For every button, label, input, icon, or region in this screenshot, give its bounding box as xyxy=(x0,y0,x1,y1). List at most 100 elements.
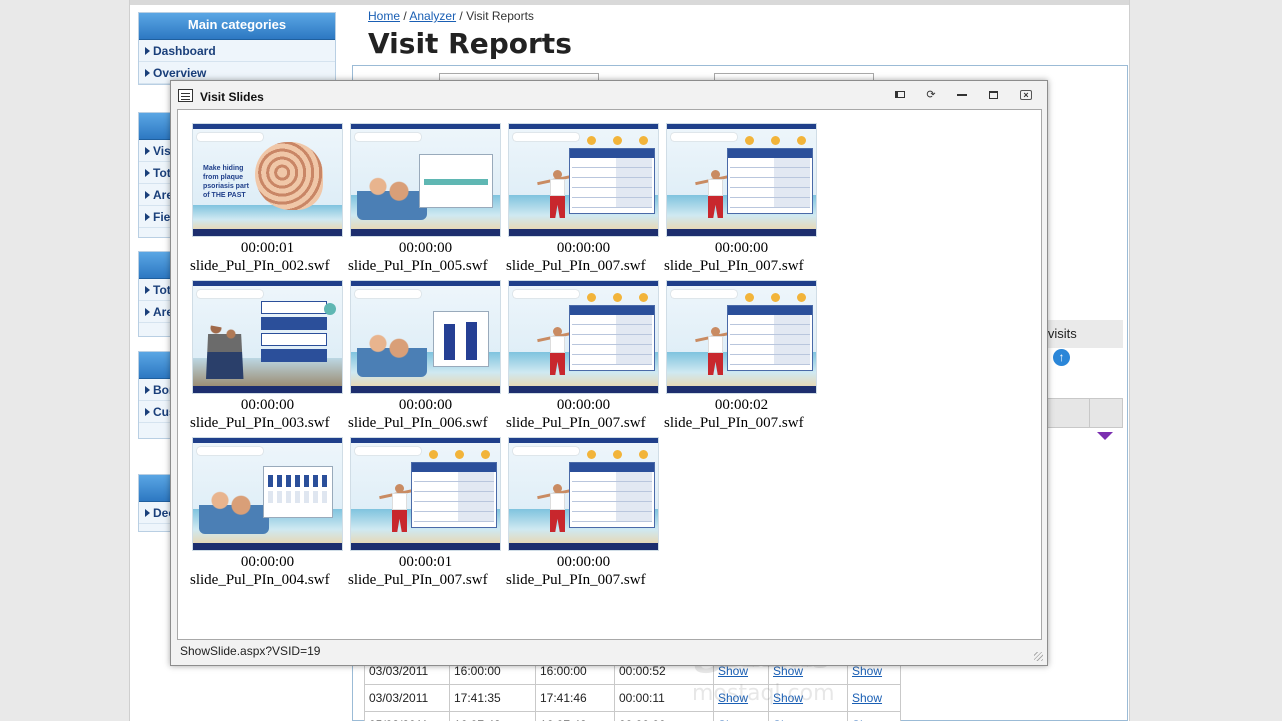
slides-panel: Make hiding from plaque psoriasis part o… xyxy=(177,109,1042,640)
minimize-icon xyxy=(957,94,967,97)
dialog-status-bar: ShowSlide.aspx?VSID=19 xyxy=(180,644,321,658)
slide-item[interactable]: 00:00:01 slide_Pul_PIn_007.swf xyxy=(348,437,503,590)
slide-time: 00:00:00 xyxy=(556,554,611,570)
sort-desc-icon[interactable] xyxy=(1097,432,1113,440)
slide-time: 00:00:00 xyxy=(398,240,453,256)
slide-time: 00:00:01 xyxy=(398,554,453,570)
dialog-titlebar[interactable]: Visit Slides ⟳ × xyxy=(171,81,1047,109)
page-top-bar xyxy=(130,0,1129,5)
grid-header-separator xyxy=(1089,398,1090,428)
table-cell: 05/03/2011 xyxy=(364,711,450,721)
slide-time: 00:00:00 xyxy=(714,240,769,256)
slide-time: 00:00:00 xyxy=(556,240,611,256)
slide-item[interactable]: 00:00:00 slide_Pul_PIn_007.swf xyxy=(506,280,661,433)
slide-thumbnail[interactable] xyxy=(666,280,817,394)
slide-headline: Make hiding from plaque psoriasis part o… xyxy=(203,165,249,199)
pin-button[interactable] xyxy=(893,89,907,102)
arrow-right-icon xyxy=(145,509,150,517)
breadcrumb-separator: / xyxy=(459,9,463,23)
refresh-icon: ⟳ xyxy=(926,89,936,101)
slide-item[interactable]: 00:00:00 slide_Pul_PIn_007.swf xyxy=(506,123,661,276)
slide-item[interactable]: 00:00:00 slide_Pul_PIn_003.swf xyxy=(190,280,345,433)
sidebar-item-dashboard[interactable]: Dashboard xyxy=(139,40,335,62)
close-icon: × xyxy=(1020,90,1032,100)
slide-filename: slide_Pul_PIn_005.swf xyxy=(348,258,488,274)
show-link[interactable]: Show xyxy=(713,711,769,721)
maximize-button[interactable] xyxy=(986,89,1000,102)
arrow-right-icon xyxy=(145,147,150,155)
slide-thumbnail[interactable] xyxy=(350,280,501,394)
slide-filename: slide_Pul_PIn_007.swf xyxy=(664,415,804,431)
slide-thumbnail[interactable] xyxy=(508,280,659,394)
visit-slides-dialog: Visit Slides ⟳ × Make hiding from plaque… xyxy=(170,80,1048,666)
slide-filename: slide_Pul_PIn_003.swf xyxy=(190,415,330,431)
maximize-icon xyxy=(988,91,998,100)
breadcrumb-separator: / xyxy=(403,9,407,23)
breadcrumb-home-link[interactable]: Home xyxy=(368,9,400,23)
arrow-right-icon xyxy=(145,386,150,394)
show-link[interactable]: Show xyxy=(847,684,901,712)
dialog-title: Visit Slides xyxy=(200,90,264,104)
slide-item[interactable]: 00:00:00 slide_Pul_PIn_006.swf xyxy=(348,280,503,433)
slide-thumbnail[interactable] xyxy=(192,437,343,551)
show-link[interactable]: Show xyxy=(768,711,848,721)
slide-filename: slide_Pul_PIn_007.swf xyxy=(506,415,646,431)
watermark-url: mostaql.com xyxy=(692,681,835,706)
arrow-right-icon xyxy=(145,213,150,221)
slide-item[interactable]: 00:00:00 slide_Pul_PIn_007.swf xyxy=(664,123,819,276)
slide-item[interactable]: 00:00:02 slide_Pul_PIn_007.swf xyxy=(664,280,819,433)
slide-item[interactable]: 00:00:00 slide_Pul_PIn_004.swf xyxy=(190,437,345,590)
slide-filename: slide_Pul_PIn_007.swf xyxy=(664,258,804,274)
breadcrumb-current: Visit Reports xyxy=(466,9,534,23)
table-cell: 17:41:46 xyxy=(535,684,615,712)
arrow-right-icon xyxy=(145,191,150,199)
arrow-up-circle-icon[interactable]: ↑ xyxy=(1053,349,1070,366)
slide-filename: slide_Pul_PIn_006.swf xyxy=(348,415,488,431)
slide-time: 00:00:00 xyxy=(398,397,453,413)
slide-item[interactable]: 00:00:00 slide_Pul_PIn_005.swf xyxy=(348,123,503,276)
slide-time: 00:00:02 xyxy=(714,397,769,413)
refresh-button[interactable]: ⟳ xyxy=(924,89,938,102)
page-title: Visit Reports xyxy=(368,27,572,60)
show-link[interactable]: Show xyxy=(847,711,901,721)
table-cell: 00:00:00 xyxy=(614,711,714,721)
slide-thumbnail[interactable] xyxy=(350,437,501,551)
slide-filename: slide_Pul_PIn_002.swf xyxy=(190,258,330,274)
main-categories-box: Main categories Dashboard Overview xyxy=(138,12,336,85)
slide-thumbnail[interactable]: Make hiding from plaque psoriasis part o… xyxy=(192,123,343,237)
breadcrumb-analyzer-link[interactable]: Analyzer xyxy=(409,9,456,23)
arrow-right-icon xyxy=(145,308,150,316)
arrow-right-icon xyxy=(145,69,150,77)
slide-thumbnail[interactable] xyxy=(350,123,501,237)
window-icon xyxy=(178,89,193,102)
table-cell: 17:41:35 xyxy=(449,684,536,712)
slide-thumbnail[interactable] xyxy=(508,437,659,551)
minimize-button[interactable] xyxy=(955,89,969,102)
slide-filename: slide_Pul_PIn_007.swf xyxy=(506,572,646,588)
slide-thumbnail[interactable] xyxy=(666,123,817,237)
slide-filename: slide_Pul_PIn_004.swf xyxy=(190,572,330,588)
pin-icon xyxy=(895,91,905,98)
slide-time: 00:00:01 xyxy=(240,240,295,256)
arrow-right-icon xyxy=(145,169,150,177)
slide-thumbnail[interactable] xyxy=(508,123,659,237)
slide-time: 00:00:00 xyxy=(556,397,611,413)
slide-filename: slide_Pul_PIn_007.swf xyxy=(348,572,488,588)
arrow-right-icon xyxy=(145,47,150,55)
table-row: 05/03/201116:07:4816:07:4800:00:00ShowSh… xyxy=(364,711,901,721)
arrow-right-icon xyxy=(145,286,150,294)
slide-filename: slide_Pul_PIn_007.swf xyxy=(506,258,646,274)
breadcrumb: Home / Analyzer / Visit Reports xyxy=(368,9,534,23)
resize-grip-icon[interactable] xyxy=(1034,652,1043,661)
table-cell: 16:07:48 xyxy=(535,711,615,721)
slide-thumbnail[interactable] xyxy=(192,280,343,394)
main-categories-header: Main categories xyxy=(139,13,335,40)
table-cell: 03/03/2011 xyxy=(364,684,450,712)
close-button[interactable]: × xyxy=(1019,89,1033,102)
slide-item[interactable]: 00:00:00 slide_Pul_PIn_007.swf xyxy=(506,437,661,590)
grid-header xyxy=(1043,398,1123,428)
slide-time: 00:00:00 xyxy=(240,554,295,570)
slide-time: 00:00:00 xyxy=(240,397,295,413)
slide-item[interactable]: Make hiding from plaque psoriasis part o… xyxy=(190,123,345,276)
arrow-right-icon xyxy=(145,408,150,416)
